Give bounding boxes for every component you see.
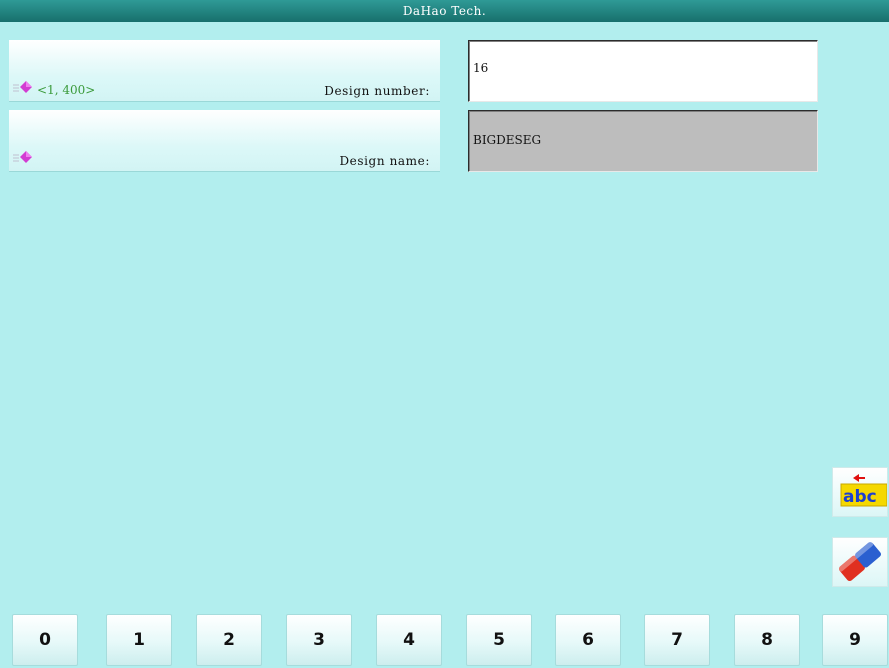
keypad-key-8[interactable]: 8 (734, 614, 800, 666)
keypad-key-7[interactable]: 7 (644, 614, 710, 666)
design-number-label: Design number: (324, 84, 430, 98)
clear-button[interactable] (832, 537, 888, 587)
diamond-bullet-icon (13, 81, 32, 93)
design-number-label-panel: <1, 400> Design number: (9, 40, 440, 102)
eraser-icon (838, 541, 882, 582)
input-mode-button[interactable]: abc (832, 467, 888, 517)
keypad-key-2[interactable]: 2 (196, 614, 262, 666)
window-title: DaHao Tech. (0, 0, 889, 22)
keypad-key-4[interactable]: 4 (376, 614, 442, 666)
keypad-key-5[interactable]: 5 (466, 614, 532, 666)
keypad-key-9[interactable]: 9 (822, 614, 888, 666)
diamond-bullet-icon (13, 151, 32, 163)
design-number-range: <1, 400> (37, 83, 96, 97)
keypad-key-3[interactable]: 3 (286, 614, 352, 666)
design-number-field[interactable]: 16 (468, 40, 818, 102)
abc-input-text: abc (843, 487, 877, 507)
keypad-key-0[interactable]: 0 (12, 614, 78, 666)
keypad-key-6[interactable]: 6 (555, 614, 621, 666)
keypad-key-1[interactable]: 1 (106, 614, 172, 666)
design-name-field[interactable]: BIGDESEG (468, 110, 818, 172)
abc-input-icon: abc (840, 474, 888, 507)
design-name-label: Design name: (339, 154, 430, 168)
design-name-label-panel: Design name: (9, 110, 440, 172)
